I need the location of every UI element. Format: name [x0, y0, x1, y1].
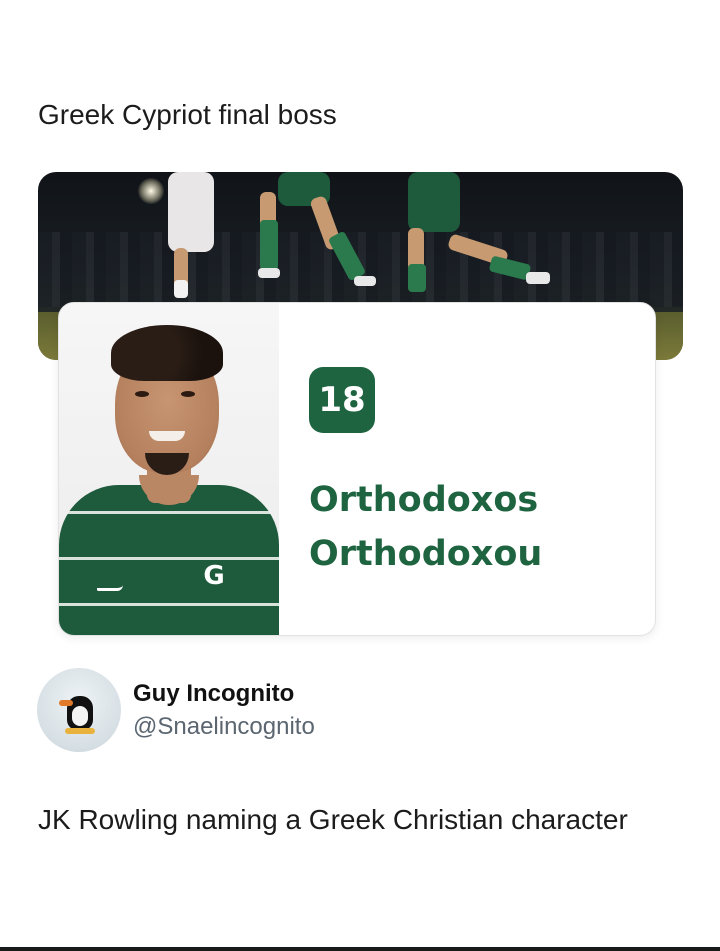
- stadium-light: [138, 178, 164, 204]
- player-last-name: Orthodoxou: [309, 534, 543, 574]
- player-headshot: G: [59, 303, 279, 635]
- screenshot-page: Greek Cypriot final boss G 18 Orthodoxos…: [0, 0, 720, 951]
- post-text: Greek Cypriot final boss: [38, 99, 337, 130]
- quoted-post-text: JK Rowling naming a Greek Christian char…: [38, 804, 628, 835]
- bottom-divider: [0, 947, 720, 951]
- author-name[interactable]: Guy Incognito: [133, 680, 294, 708]
- jersey-number-badge: 18: [309, 367, 375, 433]
- roster-card[interactable]: G 18 Orthodoxos Orthodoxou: [58, 302, 656, 636]
- player-name: Orthodoxos Orthodoxou: [309, 473, 542, 581]
- team-crest-icon: G: [203, 561, 225, 591]
- author-avatar[interactable]: [37, 668, 121, 752]
- swoosh-logo-icon: [97, 585, 123, 591]
- author-handle[interactable]: @Snaelincognito: [133, 713, 315, 741]
- player-first-name: Orthodoxos: [309, 480, 539, 520]
